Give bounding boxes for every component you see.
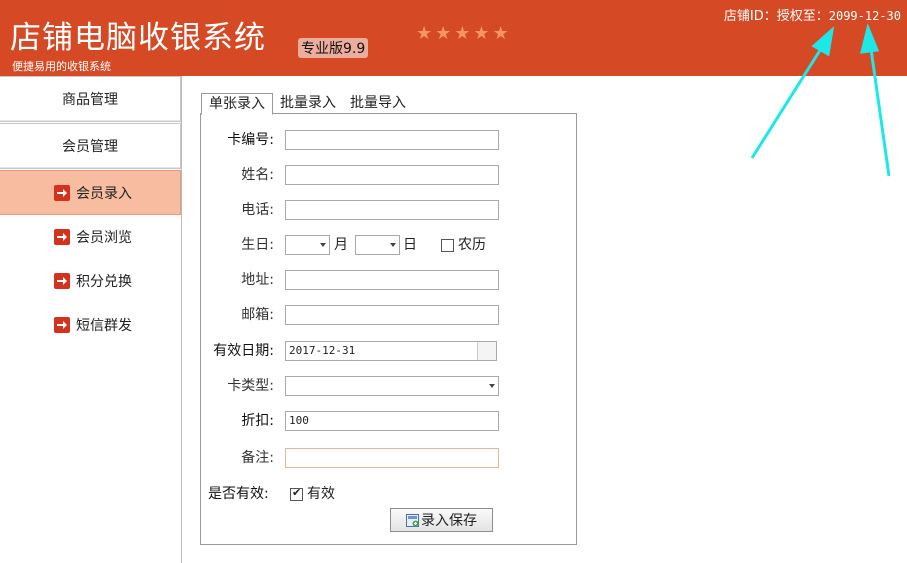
email-row: 邮箱: [201,305,576,325]
valid-date-picker[interactable]: 2017-12-31 [285,341,497,361]
sidebar-group-members[interactable]: 会员管理 [0,123,181,169]
discount-input[interactable]: 100 [285,411,499,431]
discount-label: 折扣: [241,413,274,429]
sidebar-item-label: 短信群发 [76,318,132,334]
checkmark-icon: ✔ [292,486,302,499]
lunar-checkbox[interactable] [441,239,454,252]
birthday-label: 生日: [241,237,274,253]
sidebar-group-products[interactable]: 商品管理 [0,76,181,122]
day-unit: 日 [403,237,417,253]
arrow-right-icon [54,273,70,289]
chevron-down-icon [489,384,495,388]
email-label: 邮箱: [241,307,274,323]
app-subtitle: 便捷易用的收银系统 [12,60,111,73]
sidebar-item-sms-broadcast[interactable]: 短信群发 [0,303,181,347]
tab-batch-import[interactable]: 批量导入 [343,93,413,113]
sidebar-item-member-browse[interactable]: 会员浏览 [0,215,181,259]
name-row: 姓名: [201,165,576,185]
tab-single-entry[interactable]: 单张录入 [201,93,273,115]
birth-day-select[interactable] [355,235,400,255]
address-row: 地址: [201,270,576,290]
valid-date-value: 2017-12-31 [289,344,356,357]
sidebar-group-label: 商品管理 [62,92,118,108]
license-label: 店铺ID：授权至： [723,9,829,24]
remark-label: 备注: [241,450,274,466]
sidebar-item-member-entry[interactable]: 会员录入 [0,170,181,215]
is-valid-row: 是否有效: ✔ 有效 [201,484,576,504]
sidebar-item-label: 会员浏览 [76,230,132,246]
valid-date-row: 有效日期: 2017-12-31 [201,341,576,361]
name-input[interactable] [285,165,499,185]
card-no-label: 卡编号: [227,132,274,148]
sidebar-item-points-exchange[interactable]: 积分兑换 [0,259,181,303]
birthday-row: 生日: 月 日 农历 [201,235,576,255]
valid-checkbox-label: 有效 [307,486,335,502]
rating-stars: ★ ★ ★ ★ ★ [416,24,509,44]
address-input[interactable] [285,270,499,290]
birth-month-select[interactable] [285,235,330,255]
card-type-row: 卡类型: [201,376,576,396]
sidebar-item-label: 积分兑换 [76,274,132,290]
star-icon: ★ [473,23,490,44]
valid-checkbox[interactable]: ✔ [290,486,303,501]
arrow-right-icon [54,317,70,333]
phone-input[interactable] [285,200,499,220]
arrow-right-icon [54,229,70,245]
license-info: 店铺ID：授权至：2099-12-30 [724,5,901,24]
discount-row: 折扣: 100 [201,411,576,431]
license-date: 2099-12-30 [828,9,901,23]
name-label: 姓名: [241,167,274,183]
email-input[interactable] [285,305,499,325]
member-entry-form: 卡编号: 姓名: 电话: 生日: 月 日 农历 地址: 邮箱: 有效日期: 20… [200,113,577,545]
edition-badge: 专业版9.9 [298,38,369,58]
card-type-select[interactable] [285,376,499,396]
phone-row: 电话: [201,200,576,220]
sidebar-item-label: 会员录入 [76,185,132,202]
card-no-input[interactable] [285,130,499,150]
arrow-right-icon [54,184,70,201]
phone-label: 电话: [241,202,274,218]
save-button-label: 录入保存 [421,513,477,529]
remark-input[interactable] [285,448,499,468]
valid-date-label: 有效日期: [213,343,274,359]
lunar-label: 农历 [458,237,486,253]
star-icon: ★ [454,23,471,44]
month-unit: 月 [334,237,348,253]
app-header: 店铺电脑收银系统 专业版9.9 便捷易用的收银系统 ★ ★ ★ ★ ★ 店铺ID… [0,0,907,76]
star-icon: ★ [416,23,433,44]
chevron-down-icon [390,243,396,247]
save-entry-button[interactable]: 录入保存 [390,508,493,532]
star-icon: ★ [492,23,509,44]
star-icon: ★ [435,23,452,44]
sidebar-group-label: 会员管理 [62,139,118,155]
tab-bar: 单张录入 批量录入 批量导入 [201,93,413,115]
calendar-dropdown-button[interactable] [477,342,496,360]
sidebar: 商品管理 会员管理 会员录入 会员浏览 积分兑换 短信群发 [0,76,182,563]
chevron-down-icon [320,243,326,247]
card-type-label: 卡类型: [227,378,274,394]
tab-batch-entry[interactable]: 批量录入 [273,93,343,113]
remark-row: 备注: [201,448,576,468]
save-icon [406,513,419,527]
is-valid-label: 是否有效: [208,486,269,502]
app-title: 店铺电脑收银系统 [10,20,266,56]
address-label: 地址: [241,272,274,288]
card-no-row: 卡编号: [201,130,576,150]
